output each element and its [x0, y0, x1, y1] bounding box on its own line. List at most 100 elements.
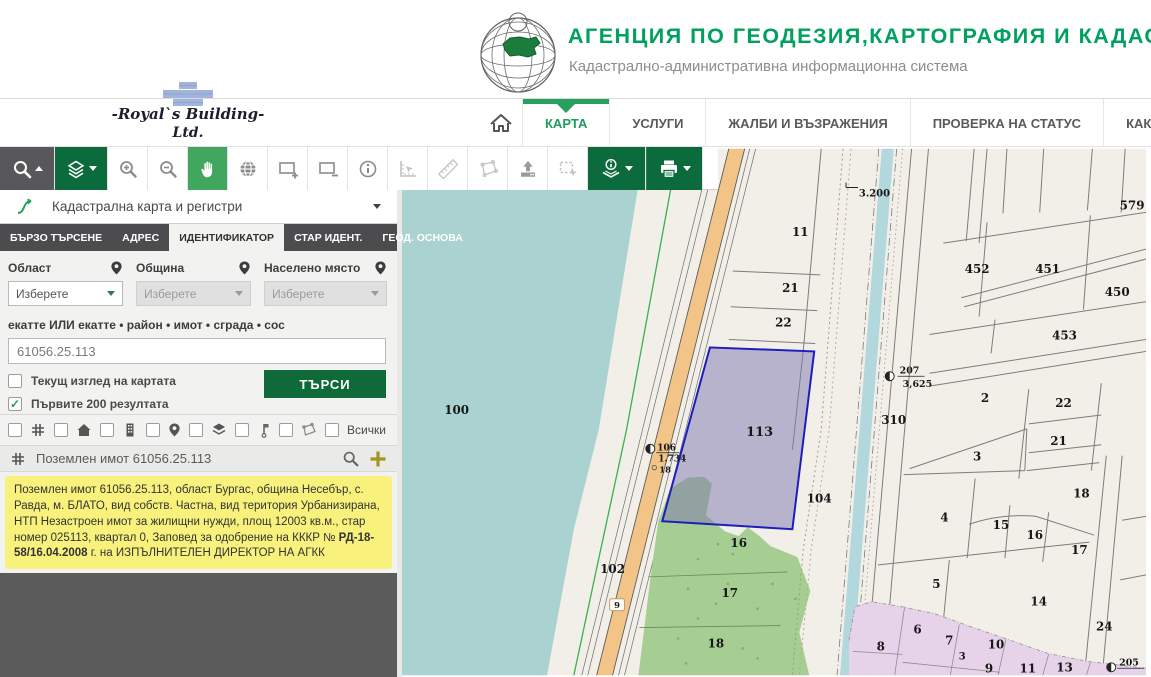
settlement-select-value: Изберете — [272, 287, 324, 301]
pan-tool-button[interactable] — [188, 147, 228, 190]
svg-text:3.200: 3.200 — [859, 188, 890, 199]
tab-adres[interactable]: АДРЕС — [112, 224, 169, 251]
measure-distance-button[interactable] — [428, 147, 468, 190]
map-label-452: 452 — [965, 262, 990, 276]
watermark-building-icon — [153, 82, 223, 106]
result-header-row[interactable]: Поземлен имот 61056.25.113 — [0, 445, 397, 472]
search-submit-button[interactable]: ТЪРСИ — [264, 370, 386, 398]
current-view-label: Текущ изглед на картата — [31, 374, 176, 388]
zoom-to-result-icon[interactable] — [342, 450, 359, 467]
zoom-rect-in-icon — [277, 159, 299, 179]
filter-layers-checkbox[interactable] — [189, 423, 203, 437]
map-label-7: 7 — [945, 633, 953, 647]
home-button[interactable] — [480, 99, 522, 147]
region-select[interactable]: Изберете — [8, 281, 123, 306]
map-label-11: 11 — [792, 225, 809, 239]
settlement-label: Населено място — [264, 261, 360, 275]
chevron-down-icon — [107, 291, 115, 296]
municipality-select-value: Изберете — [144, 287, 196, 301]
info-tool-button[interactable] — [348, 147, 388, 190]
tab-kak-da[interactable]: КАК ДА... — [1103, 99, 1151, 147]
tab-star-ident[interactable]: СТАР ИДЕНТ. — [284, 224, 372, 251]
tab-identifikator[interactable]: ИДЕНТИФИКАТОР — [169, 224, 284, 251]
description-text-end: г. на ИЗПЪЛНИТЕЛЕН ДИРЕКТОР НА АГКК — [88, 547, 325, 559]
filter-all-checkbox[interactable] — [325, 423, 339, 437]
agency-globe-logo — [476, 8, 560, 94]
filter-polygon-checkbox[interactable] — [279, 423, 293, 437]
map-canvas[interactable]: 9 — [397, 147, 1146, 677]
svg-text:205: 205 — [1119, 657, 1139, 668]
route-icon — [16, 198, 38, 216]
filter-parcel-checkbox[interactable] — [8, 423, 22, 437]
filter-house-checkbox[interactable] — [54, 423, 68, 437]
house-icon — [76, 422, 92, 438]
tab-uslugi[interactable]: УСЛУГИ — [609, 99, 705, 147]
layers-small-icon — [211, 422, 227, 438]
watermark-text: -Royal`s Building- — [112, 105, 265, 123]
map-label-24: 24 — [1096, 620, 1113, 634]
select-rectangle-icon — [558, 159, 578, 179]
zoom-out-icon — [158, 159, 178, 179]
tab-geod-osnova[interactable]: ГЕОД. ОСНОВА — [372, 224, 472, 251]
filter-all-label: Всички — [347, 423, 386, 437]
location-pin-icon — [374, 260, 387, 276]
identify-layers-button[interactable] — [588, 147, 646, 190]
map-label-11b: 11 — [1020, 661, 1037, 675]
identifier-input[interactable] — [8, 338, 386, 364]
location-pin-icon — [110, 260, 123, 276]
svg-text:9: 9 — [614, 600, 620, 610]
identify-layers-icon — [600, 158, 622, 180]
map-label-16: 16 — [1026, 528, 1043, 542]
building-icon — [122, 422, 138, 438]
tab-zhalbi[interactable]: ЖАЛБИ И ВЪЗРАЖЕНИЯ — [705, 99, 909, 147]
tab-barzo-tarsene[interactable]: БЪРЗО ТЪРСЕНЕ — [0, 224, 112, 251]
zoom-rect-out-button[interactable] — [308, 147, 348, 190]
upload-button[interactable] — [508, 147, 548, 190]
map-label-22w: 22 — [775, 316, 792, 330]
home-icon — [489, 112, 513, 134]
region-label: Област — [8, 261, 51, 275]
polygon-icon — [301, 422, 317, 438]
municipality-select[interactable]: Изберете — [136, 281, 251, 306]
first200-checkbox[interactable] — [8, 397, 22, 411]
map-label-450: 450 — [1105, 285, 1130, 299]
map-label-8: 8 — [877, 639, 885, 653]
tab-proverka[interactable]: ПРОВЕРКА НА СТАТУС — [910, 99, 1103, 147]
map-label-15: 15 — [993, 518, 1010, 532]
map-label-22: 22 — [1055, 396, 1072, 410]
map-label-9: 9 — [985, 661, 993, 675]
municipality-label: Община — [136, 261, 184, 275]
region-select-value: Изберете — [16, 287, 68, 301]
select-rectangle-button[interactable] — [548, 147, 588, 190]
search-icon — [12, 159, 32, 179]
map-label-14: 14 — [1030, 595, 1047, 609]
result-description[interactable]: Поземлен имот 61056.25.113, област Бурга… — [5, 476, 392, 569]
scale-tool-button[interactable] — [388, 147, 428, 190]
map-layer-selector[interactable]: Кадастрална карта и регистри — [0, 190, 397, 224]
filter-building-checkbox[interactable] — [100, 423, 114, 437]
measure-area-button[interactable] — [468, 147, 508, 190]
filter-geodetic-checkbox[interactable] — [235, 423, 249, 437]
zoom-rect-in-button[interactable] — [268, 147, 308, 190]
layers-tool-button[interactable] — [55, 147, 108, 190]
add-result-icon[interactable] — [369, 450, 387, 468]
map-label-579: 579 — [1120, 198, 1145, 212]
globe-button[interactable] — [228, 147, 268, 190]
road-number-shield: 9 — [610, 599, 625, 611]
filter-point-checkbox[interactable] — [146, 423, 160, 437]
print-button[interactable] — [646, 147, 703, 190]
map-label-3: 3 — [973, 450, 981, 464]
tab-karta[interactable]: КАРТА — [522, 99, 609, 147]
map-label-4: 4 — [940, 510, 948, 524]
zoom-in-icon — [118, 159, 138, 179]
caret-up-icon — [35, 166, 43, 171]
result-title: Поземлен имот 61056.25.113 — [36, 451, 332, 466]
zoom-out-button[interactable] — [148, 147, 188, 190]
current-view-checkbox[interactable] — [8, 374, 22, 388]
upload-icon — [518, 159, 538, 179]
settlement-select[interactable]: Изберете — [264, 281, 387, 306]
search-tool-button[interactable] — [0, 147, 55, 190]
zoom-in-button[interactable] — [108, 147, 148, 190]
map-label-16g: 16 — [730, 536, 747, 550]
caret-down-icon — [89, 166, 97, 171]
